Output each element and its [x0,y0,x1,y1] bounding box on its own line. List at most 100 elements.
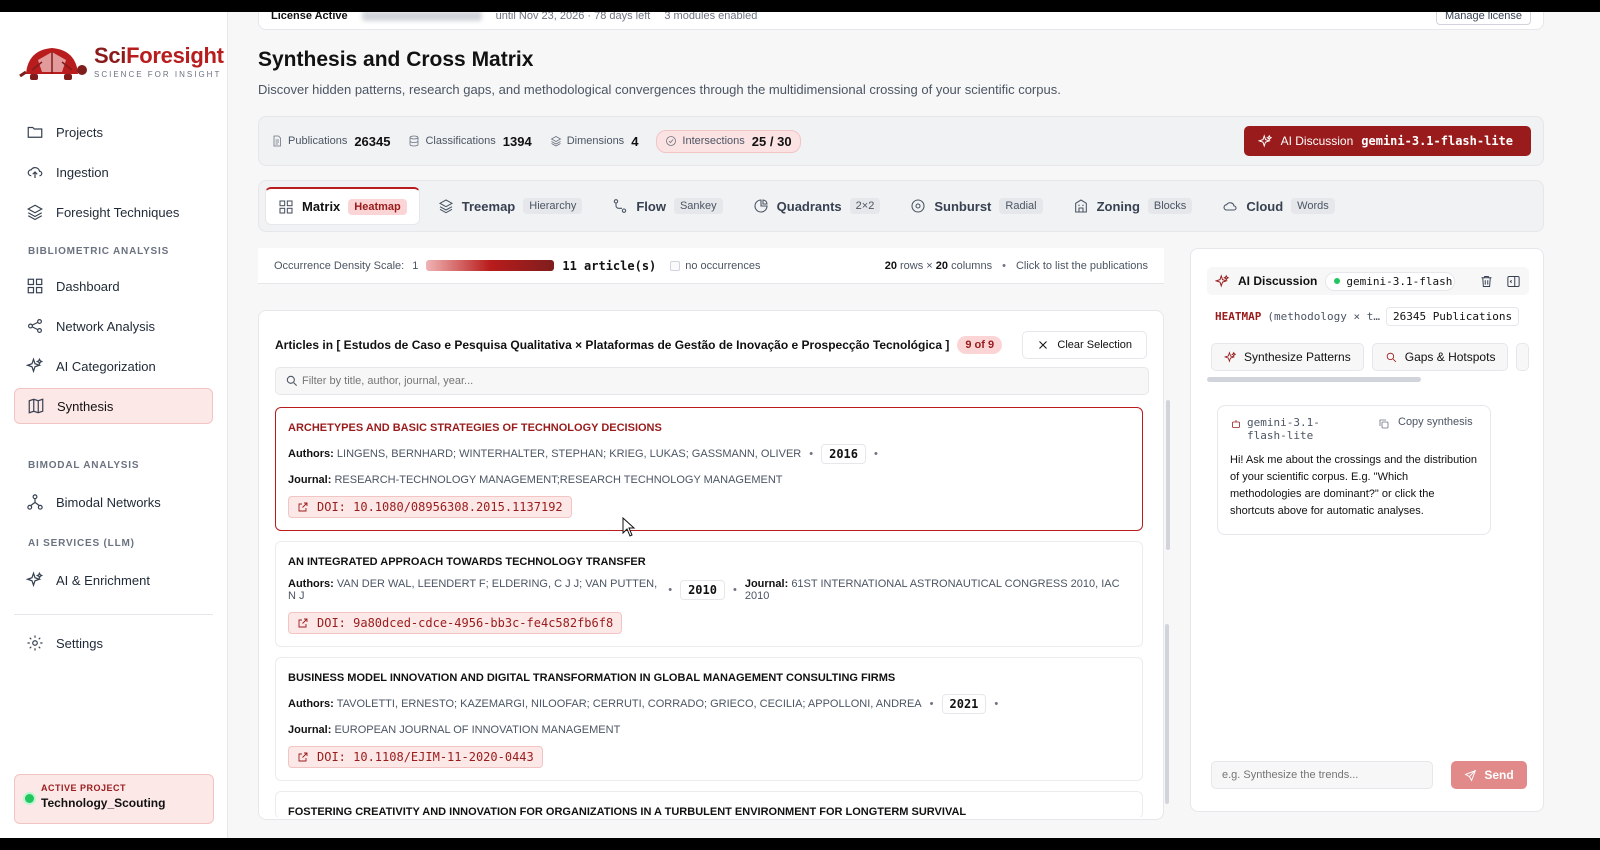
cloud-icon [1223,202,1237,211]
article-list[interactable]: ARCHETYPES AND BASIC STRATEGIES OF TECHN… [275,407,1143,817]
tab-flow[interactable]: Flow Sankey [600,187,734,225]
model-selector[interactable]: gemini-3.1-flash-… [1325,271,1456,291]
articles-heading: Articles in [ Estudos de Caso e Pesquisa… [275,331,1147,359]
filter-input[interactable] [275,367,1149,395]
copy-synthesis-button[interactable]: Copy synthesis [1378,416,1478,442]
article-title[interactable]: ARCHETYPES AND BASIC STRATEGIES OF TECHN… [288,422,1130,434]
sparkle-icon [1257,133,1272,147]
stat-publications: Publications 26345 [271,134,390,149]
doi-link[interactable]: DOI: 10.1108/EJIM-11-2020-0443 [288,746,543,768]
active-project-name: Technology_Scouting [41,796,166,810]
sparkle-icon [1224,350,1237,363]
year-badge: 2010 [680,580,725,600]
search-icon [1386,352,1396,362]
sparkle-icon [1215,273,1230,287]
ai-panel-header: AI Discussion gemini-3.1-flash-… [1207,267,1529,295]
bot-icon [1232,420,1240,428]
panel-scrollbar[interactable] [1165,624,1169,804]
layers-icon [27,204,43,221]
sidebar-item-ai-enrichment[interactable]: AI & Enrichment [14,562,213,598]
tab-sunburst[interactable]: Sunburst Radial [898,187,1054,225]
external-link-icon [298,502,308,512]
no-occurrences-legend: no occurrences [670,260,760,272]
doi-link[interactable]: DOI: 10.1080/08956308.2015.1137192 [288,496,572,518]
stats-bar: Publications 26345 Classifications 1394 Di… [258,116,1544,166]
list-item[interactable]: FOSTERING CREATIVITY AND INNOVATION FOR … [275,791,1143,817]
section-bibliometric-analysis: BIBLIOMETRIC ANALYSIS [28,245,170,257]
tab-matrix[interactable]: Matrix Heatmap [265,187,420,225]
section-ai-services: AI SERVICES (LLM) [28,537,135,549]
list-item[interactable]: AN INTEGRATED APPROACH TOWARDS TECHNOLOG… [275,541,1143,647]
license-modules: 3 modules enabled [664,12,758,22]
external-link-icon [298,752,308,762]
tab-quadrants[interactable]: Quadrants 2×2 [741,187,893,225]
list-scrollbar[interactable] [1166,400,1170,550]
synthesize-patterns-button[interactable]: Synthesize Patterns [1211,343,1364,371]
grid-icon [279,199,293,214]
nav-bimodal: BIMODAL ANALYSIS Bimodal Networks [14,452,213,520]
article-title[interactable]: FOSTERING CREATIVITY AND INNOVATION FOR … [288,806,1130,817]
sidebar-item-dashboard[interactable]: Dashboard [14,268,213,304]
sidebar-item-settings[interactable]: Settings [14,625,213,661]
more-shortcut-button[interactable] [1516,343,1529,371]
ai-discussion-panel: AI Discussion gemini-3.1-flash-… HEATMAP… [1190,248,1544,812]
clear-selection-button[interactable]: Clear Selection [1022,331,1147,359]
list-item[interactable]: ARCHETYPES AND BASIC STRATEGIES OF TECHN… [275,407,1143,531]
sidebar-item-synthesis[interactable]: Synthesis [14,388,213,424]
building-icon [1074,199,1087,213]
share-icon [28,319,42,333]
gaps-hotspots-button[interactable]: Gaps & Hotspots [1371,343,1509,371]
chat-input[interactable] [1211,761,1433,789]
send-button[interactable]: Send [1451,761,1527,789]
app-window: SciForesight SCIENCE FOR INSIGHT Project… [0,12,1600,838]
page-title: Synthesis and Cross Matrix [258,48,534,71]
copy-icon [1379,419,1389,429]
stat-intersections: Intersections 25 / 30 [656,129,801,153]
year-badge: 2021 [941,694,987,714]
status-dot-icon [25,794,34,803]
sidebar-item-foresight-techniques[interactable]: Foresight Techniques [14,194,213,230]
ai-discussion-button[interactable]: AI Discussion gemini-3.1-flash-lite [1243,126,1531,156]
sidebar-item-network-analysis[interactable]: Network Analysis [14,308,213,344]
shortcuts-scrollbar[interactable] [1207,377,1421,382]
article-title[interactable]: AN INTEGRATED APPROACH TOWARDS TECHNOLOG… [288,556,1130,568]
tab-cloud[interactable]: Cloud Words [1210,187,1346,225]
route-icon [614,199,627,213]
collapse-panel-icon[interactable] [1506,274,1521,289]
license-key-redacted [361,12,482,21]
license-until: until Nov 23, 2026 · 78 days left [495,12,651,22]
doi-link[interactable]: DOI: 9a80dced-cdce-4956-bb3c-fe4c582fb6f… [288,612,623,634]
upload-cloud-icon [27,167,43,178]
sidebar-item-ingestion[interactable]: Ingestion [14,154,213,190]
external-link-icon [298,618,308,628]
trash-icon[interactable] [1479,274,1494,289]
check-circle-icon [666,136,677,146]
sidebar-item-ai-categorization[interactable]: AI Categorization [14,348,213,384]
matrix-size-info: 20 rows × 20 columns • Click to list the… [884,259,1148,272]
visualization-tabs: Matrix Heatmap Treemap Hierarchy Flow Sanke… [258,180,1544,232]
brand-logo[interactable]: SciForesight SCIENCE FOR INSIGHT [18,40,224,84]
sidebar-item-bimodal-networks[interactable]: Bimodal Networks [14,484,213,520]
ai-message: gemini-3.1-flash-lite Copy synthesis Hi!… [1217,405,1491,535]
section-bimodal-analysis: BIMODAL ANALYSIS [28,459,140,471]
license-bar: License Active until Nov 23, 2026 · 78 d… [258,12,1544,30]
tab-treemap[interactable]: Treemap Hierarchy [426,187,595,225]
close-icon [1039,341,1048,349]
density-scale-bar: Occurrence Density Scale: 1 11 article(s… [258,248,1164,284]
list-item[interactable]: BUSINESS MODEL INNOVATION AND DIGITAL TR… [275,657,1143,781]
stat-dimensions: Dimensions 4 [550,134,638,149]
sidebar: SciForesight SCIENCE FOR INSIGHT Project… [0,12,228,838]
ai-shortcuts: Synthesize Patterns Gaps & Hotspots [1211,343,1529,371]
grid-icon [27,278,43,294]
density-gradient [426,260,555,271]
count-badge: 9 of 9 [957,336,1003,354]
tab-zoning[interactable]: Zoning Blocks [1061,187,1205,225]
active-project-card[interactable]: ACTIVE PROJECT Technology_Scouting [14,774,214,824]
articles-panel: Articles in [ Estudos de Caso e Pesquisa… [258,310,1164,820]
manage-license-button[interactable]: Manage license [1435,12,1531,25]
nav-settings: Settings [14,614,213,661]
article-title[interactable]: BUSINESS MODEL INNOVATION AND DIGITAL TR… [288,672,1130,684]
nav-top: Projects Ingestion Foresight Techniques [14,114,213,230]
sidebar-item-projects[interactable]: Projects [14,114,213,150]
stat-classifications: Classifications 1394 [408,134,532,149]
